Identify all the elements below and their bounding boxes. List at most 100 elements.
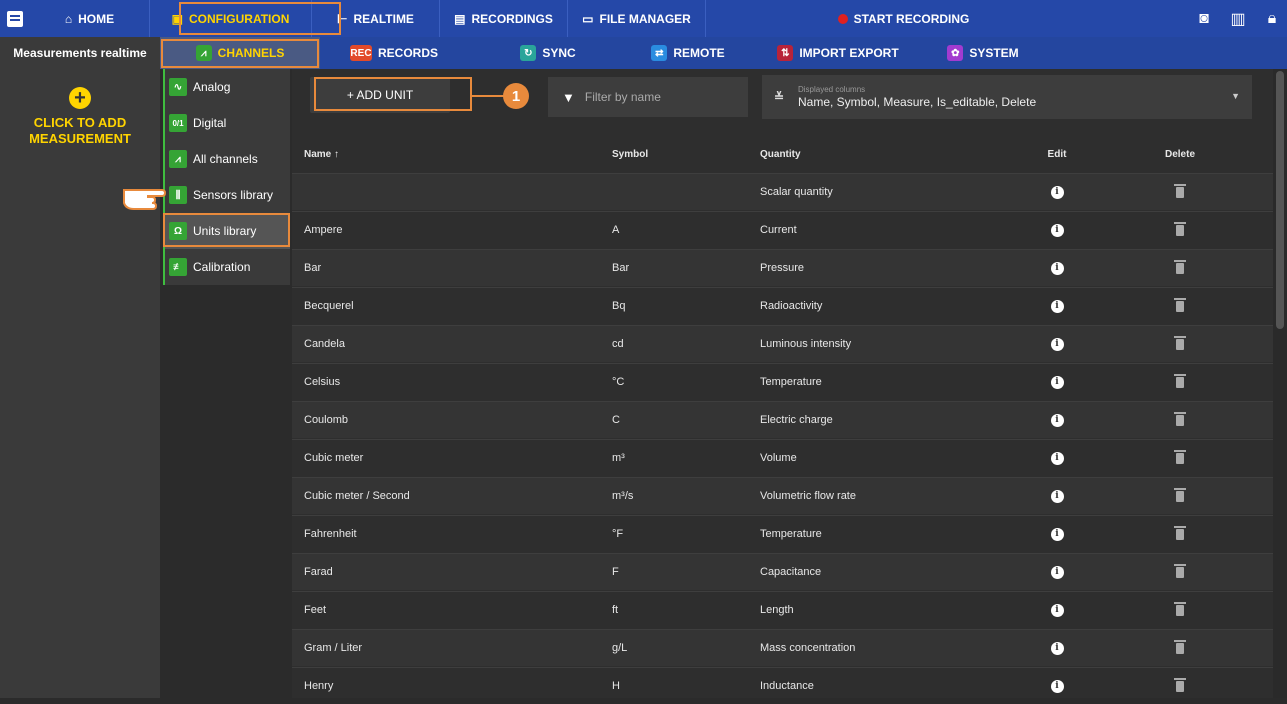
cell-name: Bar: [304, 262, 322, 274]
cell-name: Feet: [304, 604, 327, 616]
info-icon[interactable]: i: [1050, 413, 1064, 427]
tab-channels-label: CHANNELS: [217, 46, 285, 60]
table-row[interactable]: Feet ft Length i: [292, 591, 1273, 628]
tab-import-export[interactable]: ⇅ IMPORT EXPORT: [748, 37, 928, 69]
add-unit-button[interactable]: + ADD UNIT: [310, 77, 450, 113]
trash-icon[interactable]: [1174, 563, 1186, 578]
sidebar-item-digital[interactable]: 0/1 Digital: [165, 105, 290, 141]
trash-icon[interactable]: [1174, 449, 1186, 464]
trash-icon[interactable]: [1174, 487, 1186, 502]
trash-icon[interactable]: [1174, 297, 1186, 312]
nav-configuration[interactable]: ▣ CONFIGURATION: [150, 0, 312, 37]
info-icon[interactable]: i: [1050, 679, 1064, 693]
add-measurement-button[interactable]: + CLICK TO ADD MEASUREMENT: [0, 87, 160, 147]
tab-remote[interactable]: ⇄ REMOTE: [628, 37, 748, 69]
tab-records[interactable]: REC RECORDS: [320, 37, 468, 69]
trash-icon[interactable]: [1174, 335, 1186, 350]
book-icon[interactable]: ▥: [1223, 0, 1253, 37]
nav-recordings[interactable]: ▤ RECORDINGS: [440, 0, 568, 37]
tab-system[interactable]: ✿ SYSTEM: [928, 37, 1038, 69]
cell-edit: i: [1042, 299, 1072, 313]
start-recording-label: START RECORDING: [853, 11, 970, 26]
cell-edit: i: [1042, 413, 1072, 427]
table-row[interactable]: Cubic meter m³ Volume i: [292, 439, 1273, 476]
sidebar-item-sensors-library[interactable]: ⫼ Sensors library: [165, 177, 290, 213]
table-row[interactable]: Becquerel Bq Radioactivity i: [292, 287, 1273, 324]
info-icon[interactable]: i: [1050, 565, 1064, 579]
start-recording-button[interactable]: START RECORDING: [706, 0, 1101, 37]
cell-quantity: Inductance: [760, 680, 814, 692]
cell-delete: [1170, 449, 1190, 464]
info-icon[interactable]: i: [1050, 451, 1064, 465]
info-icon[interactable]: i: [1050, 223, 1064, 237]
trash-icon[interactable]: [1174, 221, 1186, 236]
table-row[interactable]: Bar Bar Pressure i: [292, 249, 1273, 286]
table-row[interactable]: Ampere A Current i: [292, 211, 1273, 248]
tab-records-label: RECORDS: [377, 46, 438, 60]
trash-icon[interactable]: [1174, 183, 1186, 198]
trash-icon[interactable]: [1174, 411, 1186, 426]
cell-delete: [1170, 373, 1190, 388]
displayed-columns-select[interactable]: ≚ Displayed columns Name, Symbol, Measur…: [762, 75, 1252, 119]
header-quantity[interactable]: Quantity: [760, 149, 801, 160]
cell-name: Celsius: [304, 376, 341, 388]
sidebar-item-calibration[interactable]: ≢ Calibration: [165, 249, 290, 285]
nav-home[interactable]: ⌂ HOME: [30, 0, 150, 37]
record-dot-icon: [837, 13, 848, 24]
info-icon[interactable]: i: [1050, 337, 1064, 351]
scrollbar-thumb[interactable]: [1276, 71, 1284, 329]
all-channels-icon: ⩘: [169, 150, 187, 168]
table-row[interactable]: Gram / Liter g/L Mass concentration i: [292, 629, 1273, 666]
info-icon[interactable]: i: [1050, 261, 1064, 275]
table-row[interactable]: Scalar quantity i: [292, 173, 1273, 210]
trash-icon[interactable]: [1174, 373, 1186, 388]
tab-channels[interactable]: ⩘ CHANNELS: [160, 37, 320, 69]
table-row[interactable]: Candela cd Luminous intensity i: [292, 325, 1273, 362]
table-row[interactable]: Farad F Capacitance i: [292, 553, 1273, 590]
info-icon[interactable]: i: [1050, 489, 1064, 503]
info-icon[interactable]: i: [1050, 603, 1064, 617]
table-row[interactable]: Fahrenheit °F Temperature i: [292, 515, 1273, 552]
pointer-hand-icon: [123, 189, 166, 210]
info-icon[interactable]: i: [1050, 527, 1064, 541]
sync-icon: ↻: [520, 45, 537, 61]
top-right-icons: ◙ ▥ 🔒︎: [1189, 0, 1287, 37]
recordings-icon: ▤: [454, 11, 466, 26]
nav-file-manager[interactable]: ▭ FILE MANAGER: [568, 0, 706, 37]
nav-realtime[interactable]: ⊢ REALTIME: [312, 0, 440, 37]
trash-icon[interactable]: [1174, 677, 1186, 692]
gear-icon: ✿: [947, 45, 964, 61]
info-icon[interactable]: i: [1050, 299, 1064, 313]
table-row[interactable]: Celsius °C Temperature i: [292, 363, 1273, 400]
header-symbol[interactable]: Symbol: [612, 149, 648, 160]
lock-icon[interactable]: 🔒︎: [1257, 0, 1287, 37]
cell-symbol: m³: [612, 452, 625, 464]
trash-icon[interactable]: [1174, 259, 1186, 274]
table-row[interactable]: Cubic meter / Second m³/s Volumetric flow …: [292, 477, 1273, 514]
camera-icon[interactable]: ◙: [1189, 0, 1219, 37]
cell-delete: [1170, 335, 1190, 350]
sidebar-item-all-channels[interactable]: ⩘ All channels: [165, 141, 290, 177]
info-icon[interactable]: i: [1050, 641, 1064, 655]
trash-icon[interactable]: [1174, 601, 1186, 616]
tab-system-label: SYSTEM: [969, 46, 1019, 60]
tab-sync[interactable]: ↻ SYNC: [468, 37, 628, 69]
cell-name: Gram / Liter: [304, 642, 363, 654]
info-icon[interactable]: i: [1050, 375, 1064, 389]
table-row[interactable]: Coulomb C Electric charge i: [292, 401, 1273, 438]
trash-icon[interactable]: [1174, 639, 1186, 654]
sidebar-item-analog[interactable]: ∿ Analog: [165, 69, 290, 105]
table-row[interactable]: Henry H Inductance i: [292, 667, 1273, 704]
trash-icon[interactable]: [1174, 525, 1186, 540]
cell-delete: [1170, 677, 1190, 692]
cell-symbol: H: [612, 680, 620, 692]
header-name[interactable]: Name ↑: [304, 149, 339, 160]
info-icon[interactable]: i: [1050, 185, 1064, 199]
sidebar-item-units-library[interactable]: Ω Units library: [165, 213, 290, 249]
app-menu-icon[interactable]: [0, 0, 30, 37]
cell-quantity: Current: [760, 224, 797, 236]
units-library-main: + ADD UNIT 1 ▼ Filter by name ≚ Displaye…: [292, 69, 1273, 698]
cell-name: Cubic meter: [304, 452, 364, 464]
scrollbar[interactable]: [1273, 69, 1287, 698]
filter-input[interactable]: ▼ Filter by name: [548, 77, 748, 117]
